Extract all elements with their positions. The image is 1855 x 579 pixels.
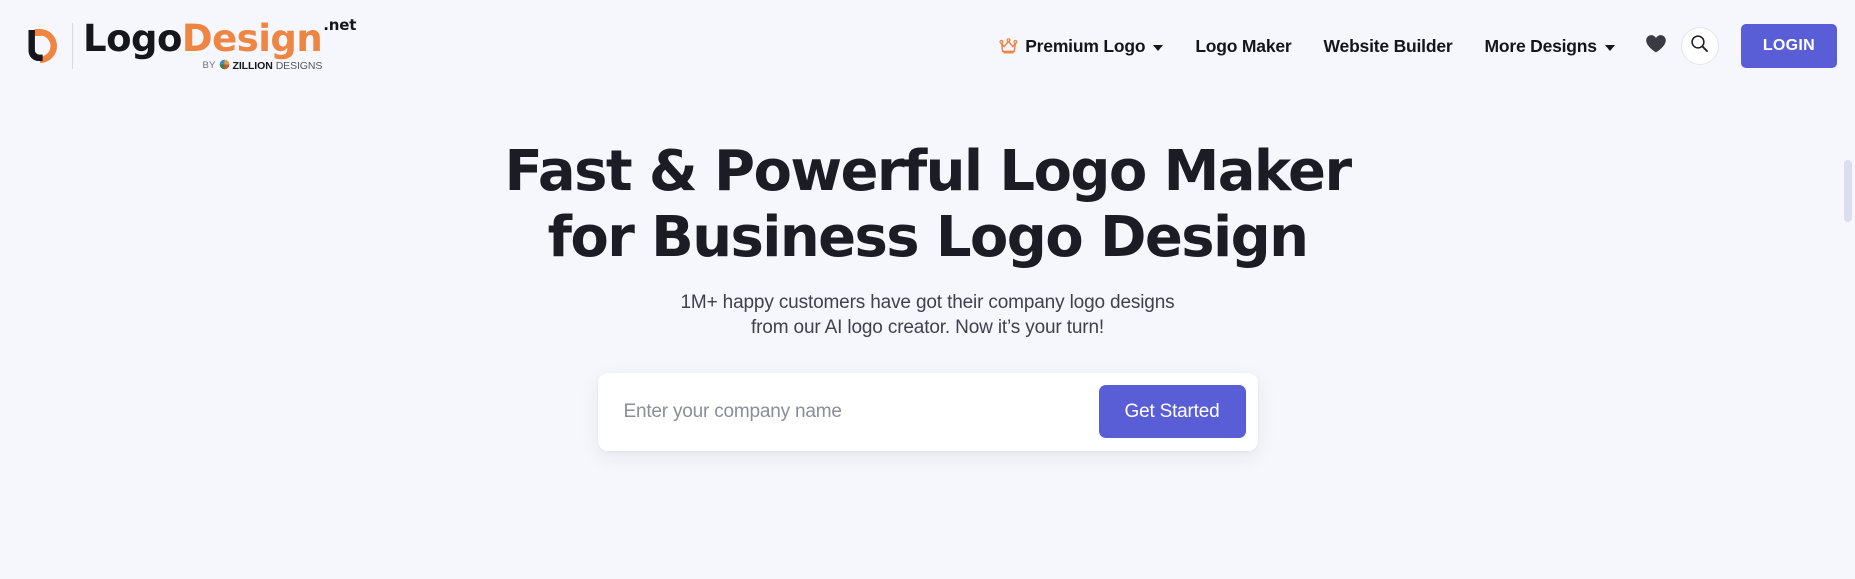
brand-by-label: BY (202, 60, 216, 72)
scrollbar-thumb[interactable] (1844, 160, 1852, 222)
get-started-button[interactable]: Get Started (1098, 385, 1246, 439)
page-title-line-2: for Business Logo Design (547, 205, 1309, 270)
favorites-button[interactable] (1631, 34, 1677, 59)
page-scrollbar[interactable] (1841, 92, 1855, 579)
company-name-input[interactable] (623, 372, 1099, 451)
page-subtitle-line-1: 1M+ happy customers have got their compa… (680, 292, 1175, 313)
nav-label-logo-maker: Logo Maker (1195, 35, 1292, 56)
nav-label-more-designs: More Designs (1484, 35, 1597, 56)
nav-item-premium-logo[interactable]: Premium Logo (983, 28, 1179, 65)
nav-item-website-builder[interactable]: Website Builder (1308, 28, 1469, 65)
brand-divider (72, 22, 73, 69)
brand-parent-strong: ZILLION (232, 59, 273, 72)
page-subtitle-line-2: from our AI logo creator. Now it’s your … (751, 317, 1104, 339)
brand-parent-light: DESIGNS (275, 59, 323, 72)
page-subtitle: 1M+ happy customers have got their compa… (0, 290, 1855, 341)
site-header: LogoDesign .net BY ZILLION DESIGNS Premi… (0, 0, 1855, 92)
chevron-down-icon (1153, 44, 1164, 51)
nav-label-premium-logo: Premium Logo (1025, 35, 1146, 56)
brand-wordmark: LogoDesign .net BY ZILLION DESIGNS (83, 16, 356, 73)
heart-icon (1645, 34, 1667, 59)
zilliondesigns-icon (219, 59, 230, 73)
chevron-down-icon (1604, 44, 1615, 51)
crown-icon (999, 38, 1018, 54)
logodesign-ld-monogram-icon (14, 19, 68, 73)
cta-container: Get Started (0, 372, 1855, 451)
nav-label-website-builder: Website Builder (1323, 35, 1453, 56)
nav-item-more-designs[interactable]: More Designs (1468, 28, 1630, 65)
main-navigation: Premium Logo Logo Maker Website Builder … (983, 24, 1837, 68)
company-name-form: Get Started (597, 372, 1258, 451)
brand-parent-tagline: BY ZILLION DESIGNS (83, 59, 322, 73)
brand-word-tld: .net (323, 15, 357, 34)
hero-section: Fast & Powerful Logo Maker for Business … (0, 92, 1855, 451)
search-icon (1690, 34, 1709, 58)
search-button[interactable] (1680, 27, 1719, 65)
nav-item-logo-maker[interactable]: Logo Maker (1179, 28, 1307, 65)
brand-word-logo: Logo (83, 16, 182, 60)
page-title-line-1: Fast & Powerful Logo Maker (504, 139, 1353, 204)
page-title: Fast & Powerful Logo Maker for Business … (0, 144, 1855, 266)
brand-logo-link[interactable]: LogoDesign .net BY ZILLION DESIGNS (14, 16, 356, 73)
brand-word-design: Design (181, 16, 323, 60)
login-button[interactable]: LOGIN (1740, 24, 1837, 68)
